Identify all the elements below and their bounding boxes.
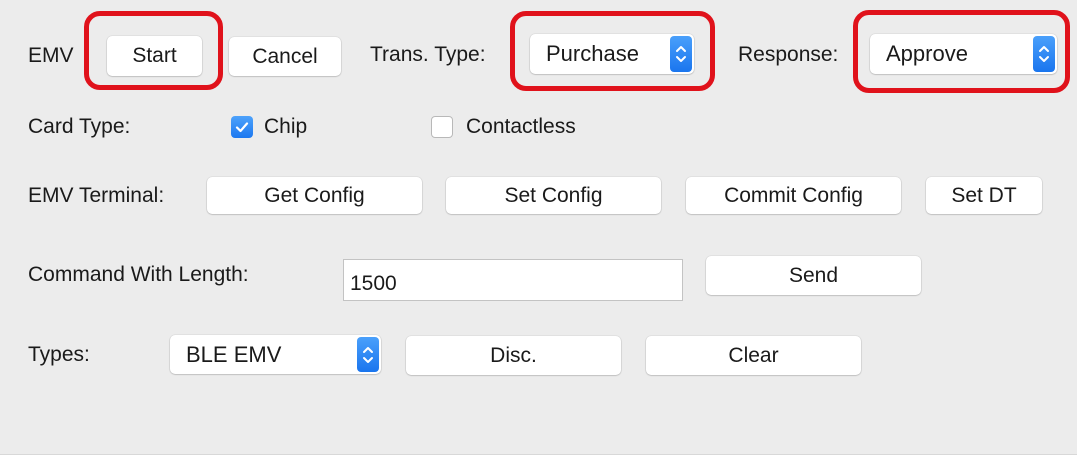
send-button[interactable]: Send bbox=[706, 256, 921, 295]
start-highlight-marker bbox=[84, 11, 223, 90]
cancel-button[interactable]: Cancel bbox=[229, 37, 341, 76]
settings-panel: EMV Start Cancel Trans. Type: Purchase R… bbox=[0, 0, 1077, 455]
chip-checkbox[interactable] bbox=[231, 116, 253, 138]
trans-type-highlight-marker bbox=[510, 11, 715, 91]
popup-stepper-icon bbox=[357, 337, 379, 372]
checkmark-icon bbox=[235, 122, 249, 133]
command-length-input[interactable]: 1500 bbox=[343, 259, 683, 301]
clear-button[interactable]: Clear bbox=[646, 336, 861, 375]
types-value: BLE EMV bbox=[186, 341, 282, 367]
command-length-value: 1500 bbox=[350, 272, 397, 295]
emv-label: EMV bbox=[28, 44, 74, 67]
trans-type-label: Trans. Type: bbox=[370, 43, 486, 66]
set-config-button[interactable]: Set Config bbox=[446, 177, 661, 214]
card-type-label: Card Type: bbox=[28, 115, 131, 138]
command-with-length-label: Command With Length: bbox=[28, 263, 249, 286]
emv-terminal-label: EMV Terminal: bbox=[28, 184, 165, 207]
contactless-checkbox[interactable] bbox=[431, 116, 453, 138]
contactless-label[interactable]: Contactless bbox=[466, 115, 576, 139]
commit-config-button[interactable]: Commit Config bbox=[686, 177, 901, 214]
types-popup[interactable]: BLE EMV bbox=[170, 335, 381, 374]
chip-label[interactable]: Chip bbox=[264, 115, 307, 139]
types-label: Types: bbox=[28, 343, 90, 366]
set-dt-button[interactable]: Set DT bbox=[926, 177, 1042, 214]
response-label: Response: bbox=[738, 43, 839, 66]
disc-button[interactable]: Disc. bbox=[406, 336, 621, 375]
response-highlight-marker bbox=[853, 10, 1070, 93]
get-config-button[interactable]: Get Config bbox=[207, 177, 422, 214]
